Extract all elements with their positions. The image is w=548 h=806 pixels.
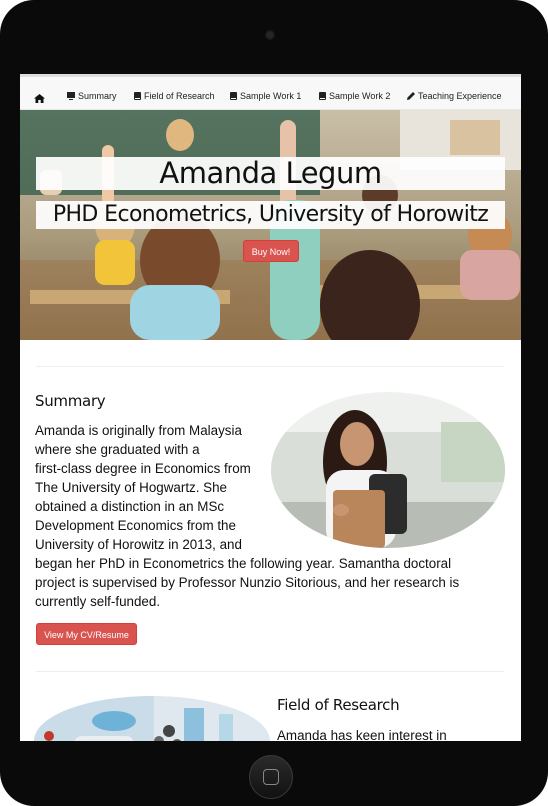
nav-item-label: Sample Work 1 — [240, 91, 302, 101]
book-icon — [319, 92, 326, 100]
nav-item-teaching-experience[interactable]: Teaching Experience — [407, 91, 502, 101]
tablet-frame: Summary Field of Research Sample Work 1 … — [0, 0, 548, 806]
hero-title: Amanda Legum — [159, 156, 382, 190]
home-button[interactable] — [249, 755, 293, 799]
hero-banner: Amanda Legum PHD Econometrics, Universit… — [20, 110, 521, 340]
nav-item-field-of-research[interactable]: Field of Research — [134, 91, 215, 101]
summary-line: began her PhD in Econometrics the follow… — [35, 556, 452, 571]
research-photo — [34, 696, 270, 741]
summary-line: Amanda is originally from Malaysia — [35, 423, 242, 438]
hero-subtitle: PHD Econometrics, University of Horowitz — [52, 202, 489, 227]
summary-line: The University of Hogwartz. She — [35, 480, 228, 495]
navbar: Summary Field of Research Sample Work 1 … — [20, 74, 521, 110]
screen: Summary Field of Research Sample Work 1 … — [20, 74, 521, 741]
pencil-icon — [407, 92, 415, 100]
summary-line: obtained a distinction in an MSc — [35, 499, 225, 514]
hero-subtitle-band: PHD Econometrics, University of Horowitz — [36, 201, 505, 229]
view-cv-button[interactable]: View My CV/Resume — [36, 623, 137, 645]
divider — [36, 671, 504, 672]
summary-line: project is supervised by Professor Nunzi… — [35, 575, 460, 590]
divider — [36, 366, 504, 367]
summary-line: where she graduated with a — [35, 442, 200, 457]
summary-text: Amanda is originally from Malaysia where… — [35, 421, 505, 611]
summary-heading: Summary — [35, 392, 106, 410]
nav-item-sample-work-1[interactable]: Sample Work 1 — [230, 91, 301, 101]
research-text: Amanda has keen interest in — [277, 728, 447, 741]
nav-item-summary[interactable]: Summary — [67, 91, 117, 101]
home-icon[interactable] — [34, 90, 45, 108]
monitor-icon — [67, 92, 75, 100]
book-icon — [230, 92, 237, 100]
nav-item-label: Summary — [78, 91, 117, 101]
summary-line: Development Economics from the — [35, 518, 236, 533]
buy-now-button[interactable]: Buy Now! — [243, 240, 299, 262]
nav-item-sample-work-2[interactable]: Sample Work 2 — [319, 91, 390, 101]
summary-line: first-class degree in Economics from — [35, 461, 251, 476]
nav-item-label: Teaching Experience — [418, 91, 502, 101]
research-heading: Field of Research — [277, 696, 400, 714]
camera-icon — [265, 30, 275, 40]
book-icon — [134, 92, 141, 100]
hero-title-band: Amanda Legum — [36, 157, 505, 190]
summary-line: currently self-funded. — [35, 594, 161, 609]
nav-item-label: Sample Work 2 — [329, 91, 391, 101]
summary-line: University of Horowitz in 2013, and — [35, 537, 242, 552]
nav-item-label: Field of Research — [144, 91, 215, 101]
